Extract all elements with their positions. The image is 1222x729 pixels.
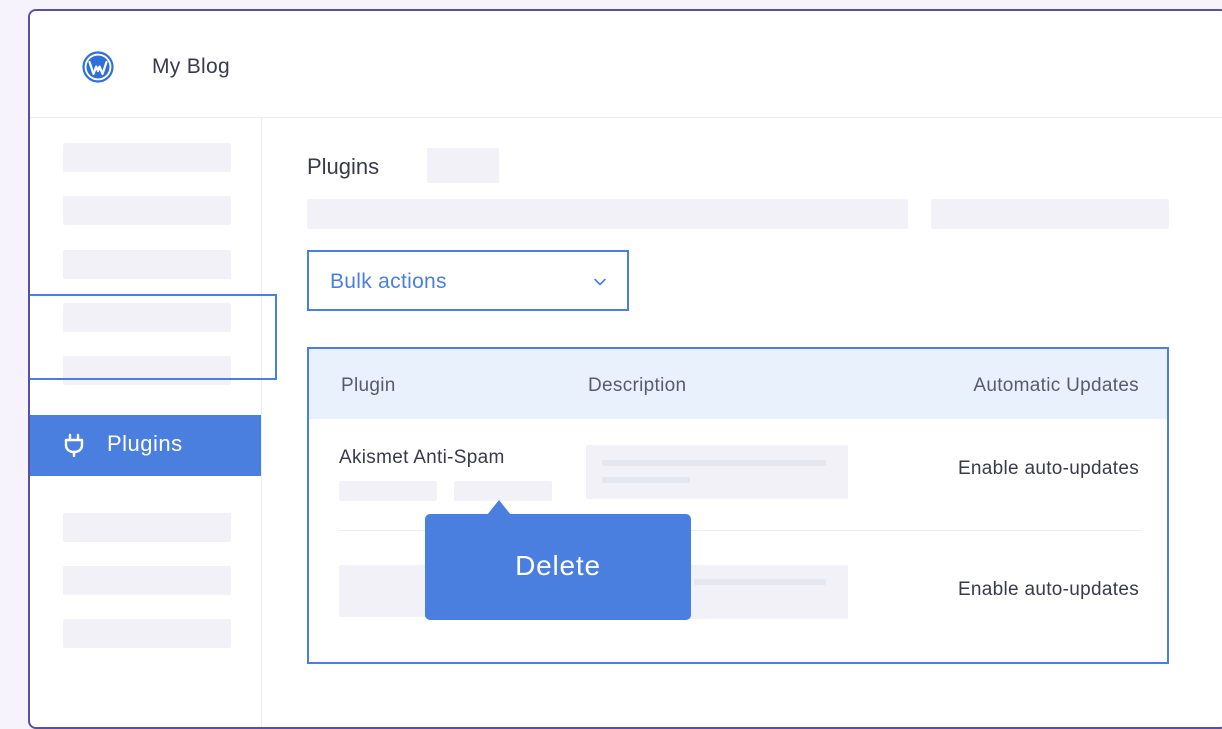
row-action-placeholder[interactable]: [454, 481, 552, 501]
delete-tooltip-button[interactable]: Delete: [425, 500, 691, 620]
add-new-placeholder[interactable]: [427, 148, 499, 183]
sidebar-item-placeholder[interactable]: [63, 196, 231, 225]
site-title[interactable]: My Blog: [152, 55, 230, 79]
delete-label: Delete: [515, 550, 601, 581]
sidebar-item-placeholder[interactable]: [63, 566, 231, 595]
row-action-placeholder[interactable]: [339, 481, 437, 501]
app-window: My Blog Plugins Plugins Bulk actions Plu…: [28, 9, 1222, 729]
column-header-description: Description: [588, 375, 687, 396]
plugin-name: Akismet Anti-Spam: [339, 447, 505, 468]
sidebar-item-placeholder[interactable]: [63, 513, 231, 542]
sidebar-item-plugins[interactable]: Plugins: [30, 415, 261, 476]
sidebar: Plugins: [30, 118, 262, 727]
table-header: Plugin Description Automatic Updates: [309, 349, 1167, 419]
sidebar-item-placeholder[interactable]: [63, 250, 231, 279]
sidebar-item-label: Plugins: [107, 431, 183, 456]
sidebar-item-placeholder[interactable]: [63, 143, 231, 172]
page-title: Plugins: [307, 154, 380, 179]
description-line: [602, 477, 690, 483]
chevron-down-icon: [594, 278, 606, 286]
filter-links-placeholder: [307, 199, 908, 229]
bulk-actions-value: Bulk actions: [330, 270, 447, 293]
plug-icon: [64, 433, 84, 457]
search-placeholder[interactable]: [931, 199, 1169, 229]
bulk-actions-select[interactable]: Bulk actions: [307, 250, 629, 311]
wordpress-logo-icon[interactable]: [82, 51, 114, 83]
sidebar-item-placeholder[interactable]: [63, 303, 231, 332]
enable-auto-updates-link[interactable]: Enable auto-updates: [958, 579, 1139, 601]
enable-auto-updates-link[interactable]: Enable auto-updates: [958, 458, 1139, 480]
description-line: [602, 460, 826, 466]
column-header-plugin: Plugin: [341, 375, 396, 396]
column-header-automatic-updates: Automatic Updates: [973, 375, 1139, 396]
top-bar: My Blog: [30, 11, 1222, 118]
description-placeholder: [586, 445, 848, 499]
sidebar-item-placeholder[interactable]: [63, 356, 231, 385]
description-line: [694, 579, 826, 585]
sidebar-item-placeholder[interactable]: [63, 619, 231, 648]
